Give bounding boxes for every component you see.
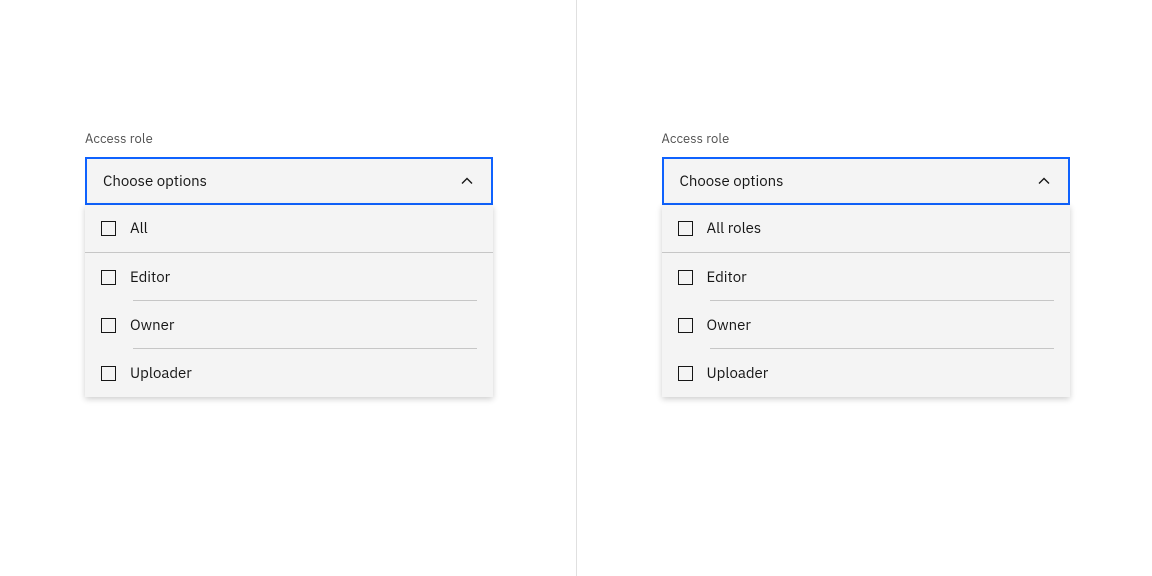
dropdown-item-label: Uploader	[707, 364, 769, 383]
checkbox-unchecked[interactable]	[678, 270, 693, 285]
dropdown-item-label: Editor	[707, 268, 747, 287]
field-label: Access role	[662, 130, 1152, 147]
dropdown-menu: All Editor Owner Uploader	[85, 205, 493, 397]
multiselect-trigger-text: Choose options	[103, 172, 207, 191]
dropdown-item-editor[interactable]: Editor	[662, 253, 1070, 301]
checkbox-unchecked[interactable]	[101, 366, 116, 381]
dropdown-item-label: Owner	[707, 316, 751, 335]
dropdown-item-all[interactable]: All	[85, 205, 493, 253]
dropdown-item-label: All	[130, 219, 148, 238]
dropdown-item-label: Owner	[130, 316, 174, 335]
multiselect-left: Choose options All Editor	[85, 157, 493, 397]
multiselect-trigger[interactable]: Choose options	[662, 157, 1070, 205]
dropdown-item-uploader[interactable]: Uploader	[85, 349, 493, 397]
checkbox-unchecked[interactable]	[101, 221, 116, 236]
checkbox-unchecked[interactable]	[678, 318, 693, 333]
multiselect-trigger-text: Choose options	[680, 172, 784, 191]
checkbox-unchecked[interactable]	[101, 270, 116, 285]
chevron-up-icon	[459, 173, 475, 189]
field-label: Access role	[85, 130, 576, 147]
dropdown-menu: All roles Editor Owner Uploader	[662, 205, 1070, 397]
dropdown-item-owner[interactable]: Owner	[662, 301, 1070, 349]
checkbox-unchecked[interactable]	[101, 318, 116, 333]
dropdown-item-label: Editor	[130, 268, 170, 287]
dropdown-item-all-roles[interactable]: All roles	[662, 205, 1070, 253]
dropdown-item-owner[interactable]: Owner	[85, 301, 493, 349]
chevron-up-icon	[1036, 173, 1052, 189]
dropdown-item-uploader[interactable]: Uploader	[662, 349, 1070, 397]
multiselect-trigger[interactable]: Choose options	[85, 157, 493, 205]
panel-left: Access role Choose options All Editor	[0, 0, 577, 576]
checkbox-unchecked[interactable]	[678, 366, 693, 381]
dropdown-item-label: All roles	[707, 219, 762, 238]
panel-right: Access role Choose options All roles Edi…	[577, 0, 1152, 576]
multiselect-right: Choose options All roles Editor	[662, 157, 1070, 397]
checkbox-unchecked[interactable]	[678, 221, 693, 236]
dropdown-item-editor[interactable]: Editor	[85, 253, 493, 301]
dropdown-item-label: Uploader	[130, 364, 192, 383]
